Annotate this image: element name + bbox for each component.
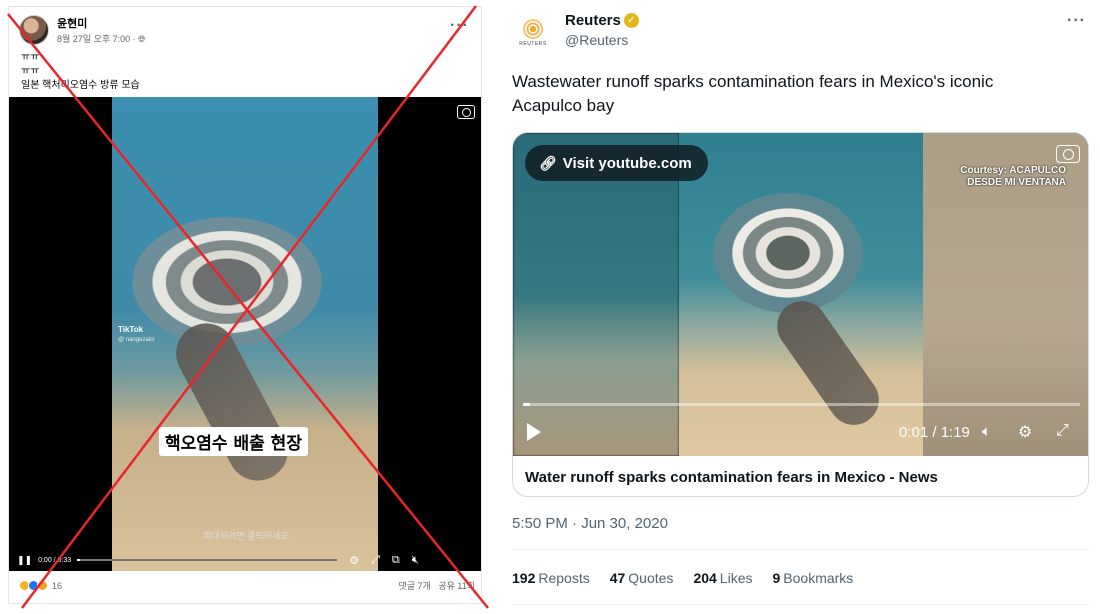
account-handle[interactable]: @Reuters [565, 32, 639, 48]
settings-gear-icon[interactable]: ⚙ [1018, 422, 1032, 442]
stat-label: Reposts [538, 570, 590, 586]
visit-youtube-button[interactable]: 🔗︎ Visit youtube.com [525, 145, 708, 181]
runoff-stream-image [165, 312, 299, 492]
post-text-line: 일본 핵처리오염수 방류 모습 [21, 80, 140, 91]
fullscreen-icon[interactable]: ⤢ [1056, 422, 1069, 440]
video-timecode: 0:01 / 1:19 [899, 424, 970, 441]
video-controls: ❚❚ 0:00 / 0:33 ⚙ ⤢ ⧉ 🔇︎ [9, 549, 481, 571]
facebook-post: 윤현미 8월 27일 오후 7:00 · 🌐︎ ··· ㅠㅠ ㅠㅠ 일본 핵처리… [8, 6, 482, 604]
stat-count: 192 [512, 570, 536, 586]
verified-badge-icon[interactable]: ✓ [623, 13, 639, 28]
tweet: REUTERS Reuters ✓ @Reuters ··· Wastewate… [512, 8, 1092, 608]
reuters-logo-icon [523, 19, 543, 39]
tweet-timestamp[interactable]: 5:50 PM · Jun 30, 2020 [512, 515, 668, 532]
shares-count[interactable]: 공유 11회 [438, 581, 475, 591]
post-footer: 16 댓글 7개 공유 11회 [19, 579, 475, 592]
link-icon: 🔗︎ [539, 154, 557, 171]
video-caption: 핵오염수 배출 현장 [159, 427, 308, 456]
stat-quotes[interactable]: 47 Quotes [610, 570, 674, 586]
stat-count: 47 [609, 570, 626, 586]
stat-count: 204 [693, 570, 717, 586]
tiktok-username: @ nangezaici [118, 337, 155, 343]
courtesy-line: DESDE MI VENTANA [967, 177, 1066, 188]
reuters-logo[interactable]: REUTERS [512, 12, 554, 54]
courtesy-credit: Courtesy: ACAPULCO DESDE MI VENTANA [960, 165, 1066, 189]
blurred-background-left [513, 133, 679, 456]
globe-icon: 🌐︎ [138, 34, 146, 44]
reaction-count: 16 [52, 580, 63, 591]
video-player[interactable]: TikTok @ nangezaici 핵오염수 배출 현장 확대하려면 클릭하… [9, 97, 481, 571]
more-options-button[interactable]: ··· [450, 17, 469, 35]
comments-count[interactable]: 댓글 7개 [398, 581, 430, 591]
pause-icon[interactable]: ❚❚ [17, 555, 32, 566]
more-options-button[interactable]: ··· [1067, 12, 1086, 30]
name-row: Reuters ✓ [565, 12, 639, 29]
timestamp-text: 8월 27일 오후 7:00 · [57, 34, 139, 44]
haha-reaction-icon [37, 580, 48, 591]
courtesy-line: Courtesy: ACAPULCO [960, 165, 1066, 176]
foam-plume-image [132, 217, 322, 347]
mute-icon[interactable]: 🔇︎ [412, 554, 419, 567]
video-progress-bar[interactable] [523, 403, 1080, 406]
post-text-line: ㅠㅠ [21, 66, 40, 77]
tweet-text: Wastewater runoff sparks contamination f… [512, 72, 994, 115]
picture-in-picture-icon[interactable]: ⧉ [392, 554, 400, 567]
video-time: 0:00 / 0:33 [38, 556, 72, 564]
stat-bookmarks[interactable]: 9 Bookmarks [772, 570, 853, 586]
divider [512, 604, 1089, 605]
tweet-header: REUTERS Reuters ✓ @Reuters [512, 12, 639, 54]
foam-plume-image [713, 193, 863, 313]
stat-reposts[interactable]: 192 Reposts [512, 570, 590, 586]
divider [512, 549, 1089, 550]
stat-label: Likes [719, 570, 753, 586]
account-name[interactable]: Reuters [565, 12, 621, 29]
video-subcaption: 확대하려면 클릭하세요 [203, 531, 289, 541]
progress-fill [523, 403, 531, 406]
avatar[interactable] [19, 15, 49, 45]
video-progress-bar[interactable] [77, 559, 338, 561]
camera-icon[interactable] [1056, 145, 1080, 163]
volume-icon[interactable]: 🔈︎ [982, 423, 991, 440]
camera-icon[interactable] [457, 105, 475, 119]
visit-label: Visit youtube.com [562, 154, 692, 172]
stat-likes[interactable]: 204 Likes [693, 570, 752, 586]
video-player[interactable]: 🔗︎ Visit youtube.com Courtesy: ACAPULCO … [513, 133, 1088, 456]
stat-label: Quotes [628, 570, 674, 586]
stat-label: Bookmarks [783, 570, 854, 586]
video-frame[interactable]: TikTok @ nangezaici [112, 97, 378, 571]
fullscreen-icon[interactable]: ⤢ [371, 554, 380, 567]
settings-gear-icon[interactable]: ⚙ [349, 554, 359, 567]
card-title[interactable]: Water runoff sparks contamination fears … [525, 469, 938, 486]
link-card[interactable]: 🔗︎ Visit youtube.com Courtesy: ACAPULCO … [512, 132, 1089, 497]
post-text-line: ㅠㅠ [21, 52, 40, 63]
post-timestamp[interactable]: 8월 27일 오후 7:00 · 🌐︎ [57, 32, 145, 45]
play-icon[interactable] [527, 423, 541, 441]
progress-fill [77, 559, 80, 561]
post-meta: 윤현미 8월 27일 오후 7:00 · 🌐︎ [57, 15, 145, 45]
post-text: ㅠㅠ ㅠㅠ 일본 핵처리오염수 방류 모습 [21, 51, 140, 93]
tweet-stats: 192 Reposts 47 Quotes 204 Likes 9 Bookmarks [512, 570, 873, 586]
account-names: Reuters ✓ @Reuters [565, 12, 639, 48]
logo-text: REUTERS [519, 41, 547, 47]
post-header: 윤현미 8월 27일 오후 7:00 · 🌐︎ [19, 15, 145, 45]
engagement-counts: 댓글 7개 공유 11회 [398, 579, 475, 592]
stat-count: 9 [772, 570, 781, 586]
tiktok-watermark: TikTok [118, 325, 144, 334]
reactions[interactable]: 16 [19, 580, 62, 591]
author-name[interactable]: 윤현미 [57, 15, 145, 31]
